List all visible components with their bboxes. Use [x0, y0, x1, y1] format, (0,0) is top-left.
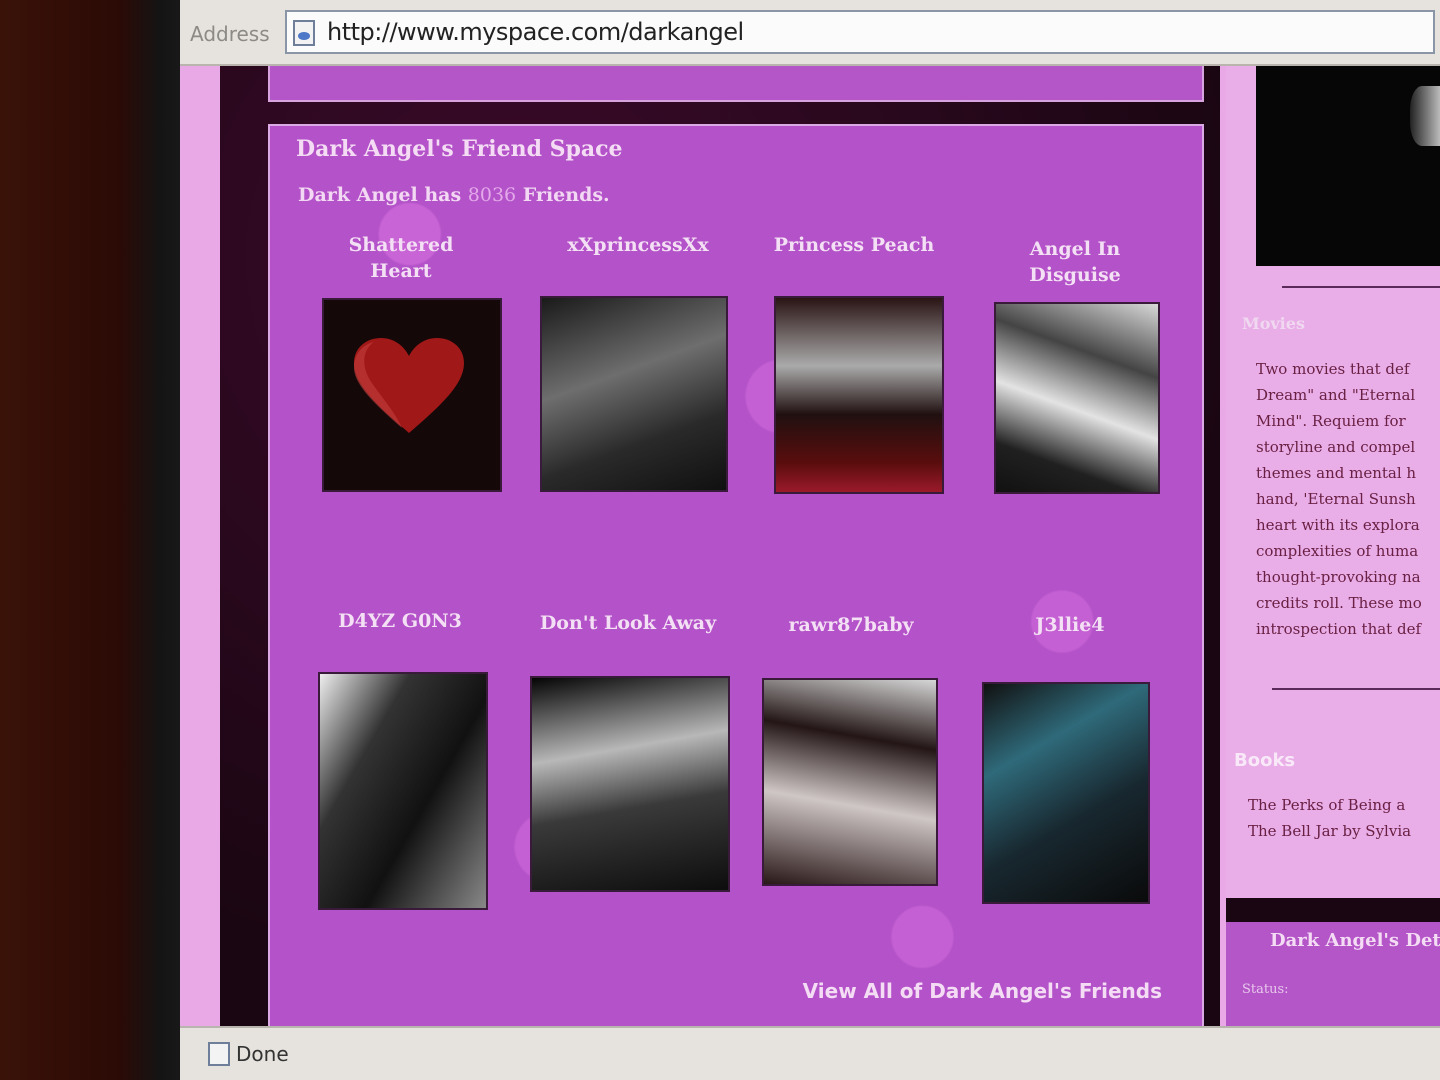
- sidebar-photo: [1256, 66, 1440, 266]
- friend-photo[interactable]: [982, 682, 1150, 904]
- movies-line: storyline and compel: [1256, 438, 1416, 456]
- movies-heading: Movies: [1242, 314, 1305, 333]
- friend-space-panel: Dark Angel's Friend Space Dark Angel has…: [268, 124, 1204, 1026]
- friend-count-suffix: Friends.: [522, 184, 610, 206]
- friend-name[interactable]: xXprincessXx: [546, 232, 730, 258]
- divider: [1282, 286, 1440, 288]
- friend-name[interactable]: Angel In Disguise: [1010, 236, 1140, 288]
- friend-count[interactable]: 8036: [468, 184, 516, 206]
- movies-text: Two movies that def Dream" and "Eternal …: [1256, 356, 1440, 642]
- movies-line: themes and mental h: [1256, 464, 1417, 482]
- friend-card[interactable]: J3llie4: [1010, 612, 1130, 638]
- movies-line: Mind". Requiem for: [1256, 412, 1406, 430]
- heart-icon: [354, 338, 464, 433]
- details-panel: Dark Angel's Det Status:: [1226, 922, 1440, 1026]
- movies-line: hand, 'Eternal Sunsh: [1256, 490, 1416, 508]
- friend-name[interactable]: Princess Peach: [766, 232, 942, 258]
- friend-photo[interactable]: [322, 298, 502, 492]
- url-text[interactable]: http://www.myspace.com/darkangel: [327, 18, 744, 46]
- friend-space-title: Dark Angel's Friend Space: [296, 136, 623, 162]
- movies-line: complexities of huma: [1256, 542, 1419, 560]
- status-text: Done: [236, 1042, 289, 1066]
- friend-photo[interactable]: [994, 302, 1160, 494]
- books-line: The Perks of Being a: [1248, 796, 1406, 814]
- page-icon: [293, 20, 315, 46]
- friend-card[interactable]: Angel In Disguise: [1010, 236, 1140, 288]
- friend-card[interactable]: Don't Look Away: [534, 610, 722, 636]
- books-line: The Bell Jar by Sylvia: [1248, 822, 1412, 840]
- details-title: Dark Angel's Det: [1270, 930, 1440, 951]
- friend-card[interactable]: D4YZ G0N3: [310, 608, 490, 634]
- monitor-bezel: [0, 0, 200, 1080]
- right-sidebar: Movies Two movies that def Dream" and "E…: [1226, 66, 1440, 1026]
- previous-section-strip: [268, 66, 1204, 102]
- friend-name[interactable]: Don't Look Away: [534, 610, 722, 636]
- friend-name[interactable]: rawr87baby: [766, 612, 936, 638]
- movies-line: heart with its explora: [1256, 516, 1420, 534]
- books-heading: Books: [1234, 750, 1296, 771]
- friend-card[interactable]: Princess Peach: [766, 232, 942, 258]
- address-label: Address: [190, 22, 270, 46]
- divider: [1272, 688, 1440, 690]
- movies-line: introspection that def: [1256, 620, 1422, 638]
- sidebar-separator: [1226, 898, 1440, 922]
- browser-window: Address http://www.myspace.com/darkangel…: [180, 0, 1440, 1080]
- movies-line: Dream" and "Eternal: [1256, 386, 1416, 404]
- view-all-friends-link[interactable]: View All of Dark Angel's Friends: [803, 979, 1162, 1003]
- friend-photo[interactable]: [762, 678, 938, 886]
- friend-name[interactable]: J3llie4: [1010, 612, 1130, 638]
- friend-count-line: Dark Angel has 8036 Friends.: [298, 184, 610, 206]
- status-label: Status:: [1242, 982, 1289, 997]
- movies-line: thought-provoking na: [1256, 568, 1421, 586]
- friend-count-prefix: Dark Angel has: [298, 184, 462, 206]
- address-bar: Address http://www.myspace.com/darkangel: [180, 0, 1440, 66]
- page-done-icon: [208, 1042, 230, 1066]
- url-input[interactable]: http://www.myspace.com/darkangel: [285, 10, 1435, 54]
- page-viewport[interactable]: Dark Angel's Friend Space Dark Angel has…: [180, 66, 1440, 1026]
- books-text: The Perks of Being a The Bell Jar by Syl…: [1248, 792, 1440, 844]
- friend-photo[interactable]: [530, 676, 730, 892]
- friend-card[interactable]: rawr87baby: [766, 612, 936, 638]
- status-bar: Done: [180, 1026, 1440, 1080]
- friend-photo[interactable]: [318, 672, 488, 910]
- friend-card[interactable]: xXprincessXx: [546, 232, 730, 258]
- movies-line: Two movies that def: [1256, 360, 1410, 378]
- movies-line: credits roll. These mo: [1256, 594, 1422, 612]
- friend-name[interactable]: Shattered Heart: [316, 232, 486, 284]
- friend-name[interactable]: D4YZ G0N3: [310, 608, 490, 634]
- friend-card[interactable]: Shattered Heart: [316, 232, 486, 284]
- friend-photo[interactable]: [540, 296, 728, 492]
- friend-photo[interactable]: [774, 296, 944, 494]
